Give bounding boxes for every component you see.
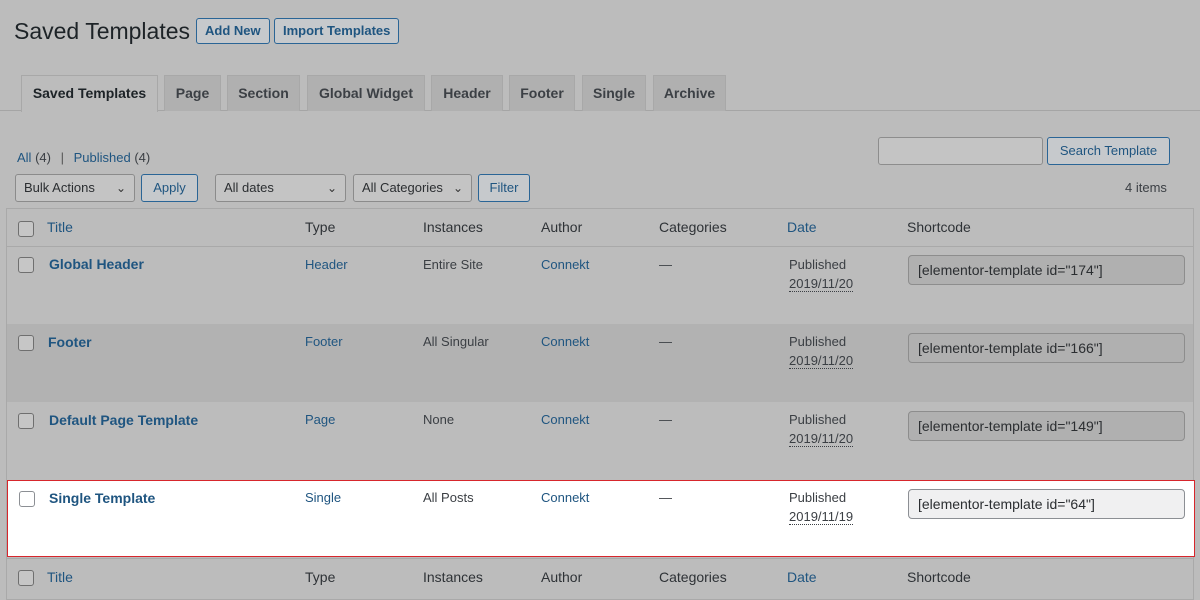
filter-button[interactable]: Filter [478,174,530,202]
column-date[interactable]: Date [787,219,817,235]
row-instances: All Posts [423,490,474,505]
row-author-link[interactable]: Connekt [541,332,589,351]
column-author-footer: Author [541,569,583,585]
items-count: 4 items [1125,180,1167,195]
row-title-link[interactable]: Default Page Template [49,411,198,430]
row-checkbox[interactable] [18,335,34,351]
row-date-value: 2019/11/19 [789,509,854,525]
row-status: Published [789,334,847,349]
chevron-down-icon: ⌄ [115,181,126,195]
tab-saved-templates[interactable]: Saved Templates [21,75,158,112]
row-type-link[interactable]: Footer [305,332,343,351]
column-categories-footer: Categories [659,569,727,585]
tab-single[interactable]: Single [582,75,646,111]
table-row: Footer Footer All Singular Connekt — Pub… [7,324,1193,402]
row-title-link[interactable]: Footer [48,333,92,352]
row-date-value: 2019/11/20 [789,276,854,292]
apply-button[interactable]: Apply [141,174,198,202]
bulk-actions-select[interactable]: Bulk Actions ⌄ [15,174,135,202]
categories-select[interactable]: All Categories ⌄ [353,174,472,202]
column-instances-footer: Instances [423,569,483,585]
row-title-link[interactable]: Global Header [49,255,144,274]
row-type-link[interactable]: Header [305,255,348,274]
column-shortcode: Shortcode [907,219,971,235]
row-author-link[interactable]: Connekt [541,255,589,274]
table-header-row: Title Type Instances Author Categories D… [7,209,1193,247]
row-author-link[interactable]: Connekt [541,488,589,507]
row-categories: — [659,412,672,427]
row-shortcode-field[interactable]: [elementor-template id="64"] [908,489,1185,519]
row-checkbox[interactable] [19,491,35,507]
row-status: Published [789,412,847,427]
chevron-down-icon: ⌄ [326,181,337,195]
categories-value: All Categories [362,180,443,195]
row-date: 2019/11/20 [789,429,854,448]
tab-archive[interactable]: Archive [653,75,726,111]
status-filter: All (4) | Published (4) [17,150,150,165]
row-categories: — [659,334,672,349]
column-title-footer[interactable]: Title [47,569,73,585]
row-date: 2019/11/20 [789,274,854,293]
table-row-highlighted: Single Template Single All Posts Connekt… [7,480,1195,557]
row-date: 2019/11/19 [789,507,854,526]
table-row: Global Header Header Entire Site Connekt… [7,247,1193,324]
column-categories: Categories [659,219,727,235]
row-checkbox[interactable] [18,413,34,429]
row-status: Published [789,490,847,505]
bulk-actions-value: Bulk Actions [24,180,95,195]
row-instances: None [423,412,455,427]
row-shortcode-field[interactable]: [elementor-template id="149"] [908,411,1185,441]
column-author: Author [541,219,583,235]
tab-header[interactable]: Header [431,75,503,111]
row-date-value: 2019/11/20 [789,431,854,447]
add-new-button[interactable]: Add New [196,18,270,44]
tab-global-widget[interactable]: Global Widget [307,75,425,111]
search-input[interactable] [878,137,1043,165]
row-author-link[interactable]: Connekt [541,410,589,429]
search-template-button[interactable]: Search Template [1047,137,1170,165]
tab-page[interactable]: Page [164,75,221,111]
row-instances: All Singular [423,334,489,349]
tab-footer[interactable]: Footer [509,75,575,111]
row-date: 2019/11/20 [789,351,854,370]
dates-value: All dates [224,180,274,195]
row-shortcode-field[interactable]: [elementor-template id="166"] [908,333,1185,363]
row-shortcode-field[interactable]: [elementor-template id="174"] [908,255,1185,285]
filter-published-count: (4) [134,150,151,165]
column-type-footer: Type [305,569,336,585]
column-type: Type [305,219,336,235]
filter-published-link[interactable]: Published [74,150,131,165]
row-categories: — [659,257,672,272]
column-shortcode-footer: Shortcode [907,569,971,585]
row-instances: Entire Site [423,257,483,272]
column-date-footer[interactable]: Date [787,569,817,585]
page-title: Saved Templates [14,18,191,44]
row-checkbox[interactable] [18,257,34,273]
column-title[interactable]: Title [47,219,73,235]
select-all-checkbox[interactable] [18,221,34,237]
row-type-link[interactable]: Page [305,410,335,429]
import-templates-button[interactable]: Import Templates [274,18,400,44]
table-footer-row: Title Type Instances Author Categories D… [7,558,1193,596]
row-type-link[interactable]: Single [305,488,341,507]
column-instances: Instances [423,219,483,235]
filter-separator: | [60,150,64,165]
table-row: Default Page Template Page None Connekt … [7,402,1193,480]
row-date-value: 2019/11/20 [789,353,854,369]
chevron-down-icon: ⌄ [452,181,463,195]
row-title-link[interactable]: Single Template [49,489,155,508]
row-categories: — [659,490,672,505]
select-all-checkbox-footer[interactable] [18,570,34,586]
filter-all-count: (4) [35,150,51,165]
row-status: Published [789,257,847,272]
dates-select[interactable]: All dates ⌄ [215,174,346,202]
tab-section[interactable]: Section [227,75,300,111]
filter-all-link[interactable]: All [17,150,31,165]
